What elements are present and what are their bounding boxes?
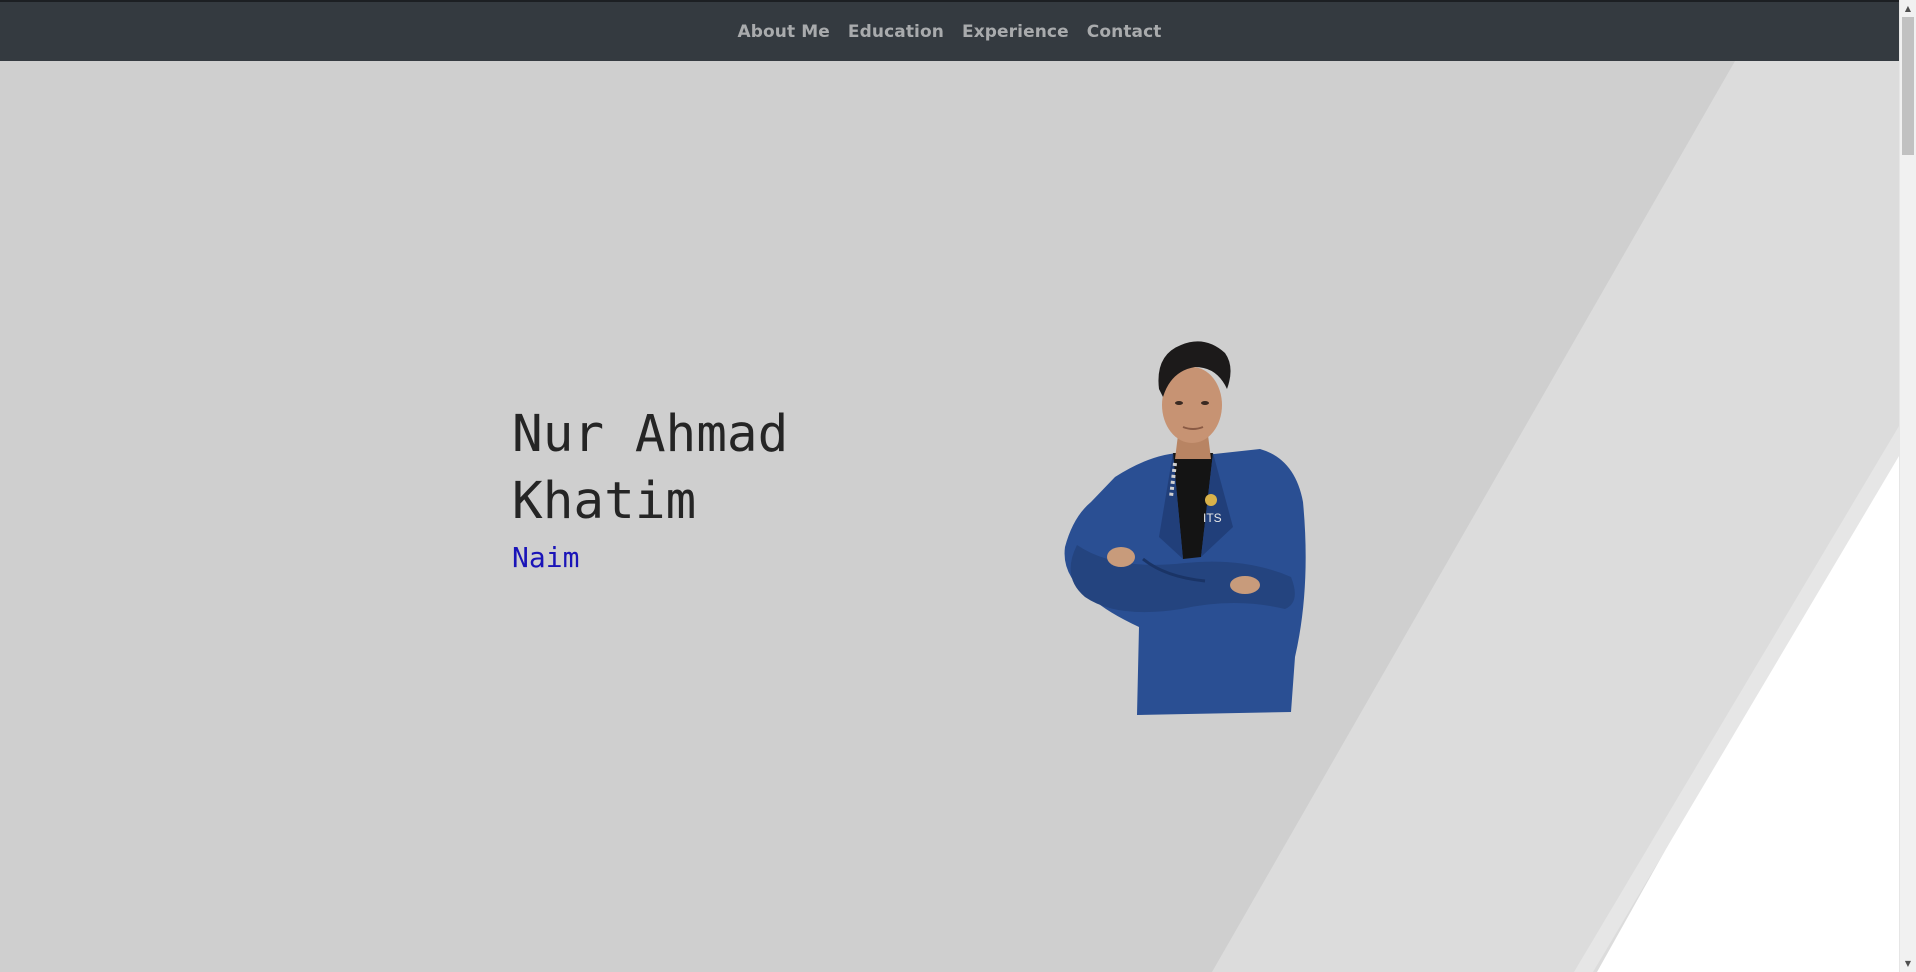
scroll-down-arrow-icon[interactable]: ▼ [1900, 955, 1916, 972]
portrait-eye-left [1175, 401, 1183, 405]
hero-section: Nur Ahmad Khatim Naim ITS [0, 61, 1899, 972]
name-second-line: Khatim [512, 472, 697, 531]
main-nav: About Me Education Experience Contact [0, 22, 1899, 42]
hero-background [0, 61, 1899, 972]
nav-about-me-link[interactable]: About Me [737, 22, 829, 42]
portfolio-page: About Me Education Experience Contact Nu… [0, 0, 1916, 972]
nav-education-link[interactable]: Education [848, 22, 944, 42]
name-first-line: Nur Ahmad [512, 405, 789, 464]
portrait-badge-text: ITS [1203, 511, 1222, 525]
portrait-hand-left [1107, 547, 1135, 567]
portrait-badge-emblem [1205, 494, 1217, 506]
hero-text: Nur Ahmad Khatim Naim [512, 401, 788, 575]
vertical-scrollbar[interactable]: ▲ ▼ [1899, 0, 1916, 972]
nav-contact-link[interactable]: Contact [1087, 22, 1162, 42]
portrait-eye-right [1201, 401, 1209, 405]
scrollbar-thumb[interactable] [1902, 17, 1914, 155]
nickname: Naim [512, 541, 580, 574]
nav-experience-link[interactable]: Experience [962, 22, 1069, 42]
profile-photo: ITS [1064, 341, 1306, 715]
scroll-up-arrow-icon[interactable]: ▲ [1900, 0, 1916, 17]
portrait-hand-right [1230, 576, 1260, 594]
top-navbar: About Me Education Experience Contact [0, 0, 1899, 61]
